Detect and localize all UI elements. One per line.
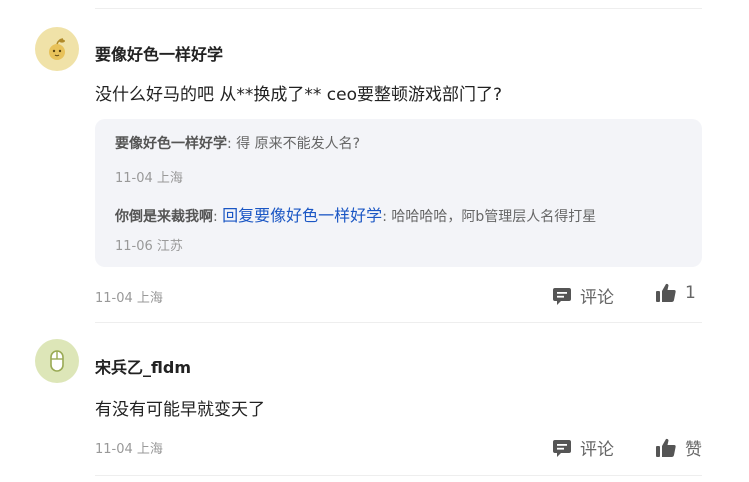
reply-item: 你倒是来裁我啊: 回复要像好色一样好学: 哈哈哈哈，阿b管理层人名得打星 [115,202,596,226]
comment-label: 评论 [580,440,614,460]
username[interactable]: 宋兵乙_fldm [95,354,191,378]
reply-meta: 11-04 上海 [115,171,183,186]
thumbs-up-icon [656,438,676,457]
comment-meta: 11-04 上海 [95,291,163,306]
reply-text: 哈哈哈哈，阿b管理层人名得打星 [386,209,597,225]
like-label: 赞 [685,440,702,460]
comment-text: 有没有可能早就变天了 [95,400,265,420]
reply-text: 得 原来不能发人名? [231,136,361,152]
reply-meta: 11-06 江苏 [115,239,183,254]
comment-label: 评论 [580,288,614,308]
comment-divider [95,322,702,323]
like-count: 1 [685,283,696,303]
reply-username[interactable]: 你倒是来裁我啊 [115,209,213,225]
comment-text: 没什么好马的吧 从**换成了** ceo要整顿游戏部门了? [95,85,503,105]
reply-username[interactable]: 要像好色一样好学 [115,136,227,152]
username[interactable]: 要像好色一样好学 [95,41,223,65]
top-divider [95,8,702,9]
reply-to-link[interactable]: 回复要像好色一样好学 [222,206,382,225]
avatar[interactable] [35,339,79,383]
reply-item: 要像好色一样好学: 得 原来不能发人名? [115,133,360,153]
comment-icon [553,439,571,457]
comment-button[interactable]: 评论 [552,435,614,460]
reply-box: 要像好色一样好学: 得 原来不能发人名? 11-04 上海 你倒是来裁我啊: 回… [95,119,702,267]
avatar-mouse-icon [50,350,64,372]
like-button[interactable]: 赞 [655,435,702,460]
comment-icon [553,287,571,305]
bottom-divider [95,475,702,476]
reply-separator: : [213,209,218,225]
avatar-fruit-icon [49,38,65,60]
like-button[interactable]: 1 [655,283,696,303]
comment-button[interactable]: 评论 [552,283,614,308]
thumbs-up-icon [656,283,676,302]
avatar[interactable] [35,27,79,71]
comment-meta: 11-04 上海 [95,442,163,457]
